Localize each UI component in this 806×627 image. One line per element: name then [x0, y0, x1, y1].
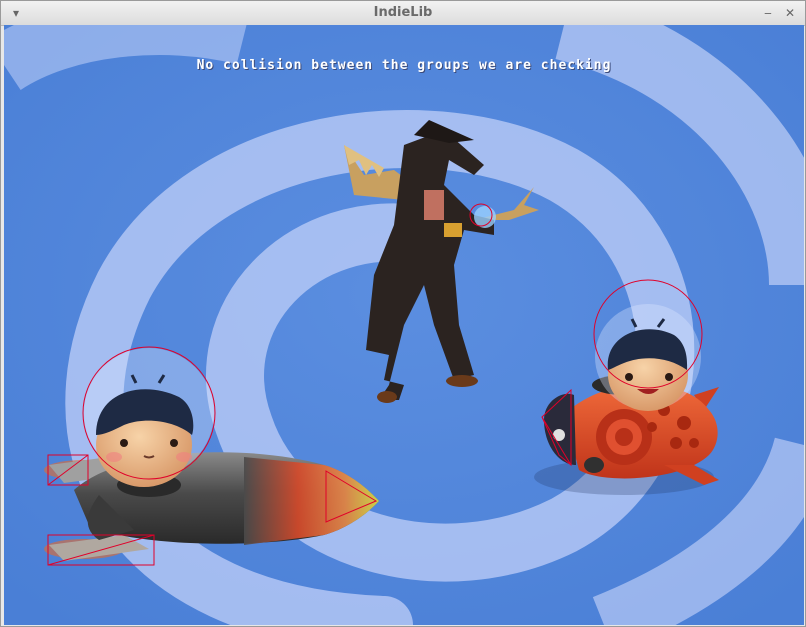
app-window: ▾ IndieLib ‒ ✕ No collision between the …	[0, 0, 806, 627]
close-icon[interactable]: ✕	[781, 4, 799, 22]
minimize-icon[interactable]: ‒	[759, 4, 777, 22]
game-viewport[interactable]: No collision between the groups we are c…	[4, 25, 804, 625]
title-bar[interactable]: ▾ IndieLib ‒ ✕	[1, 1, 805, 26]
window-title: IndieLib	[373, 5, 433, 20]
game-canvas	[4, 25, 804, 625]
collision-status-message: No collision between the groups we are c…	[196, 58, 612, 73]
